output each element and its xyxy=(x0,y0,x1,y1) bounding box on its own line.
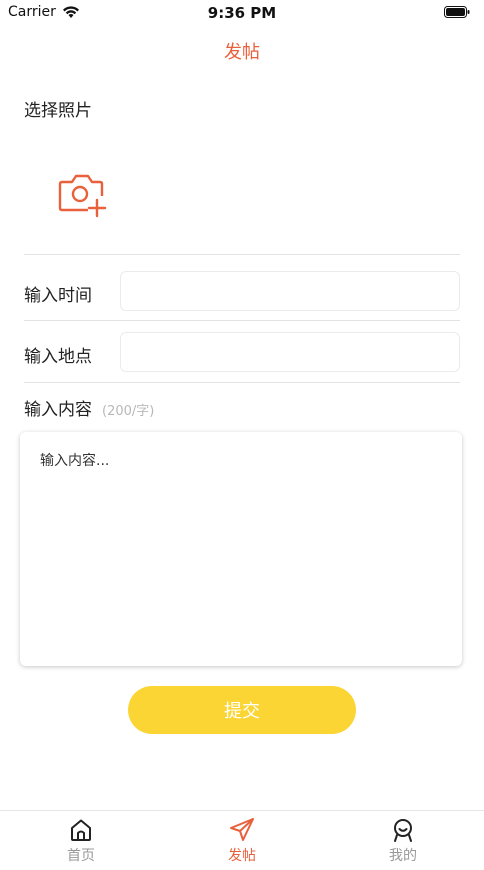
tab-bar: 首页 发帖 我的 xyxy=(0,810,484,870)
post-screen: Carrier 9:36 PM 发帖 选择照片 输入时间 输入地点 输入内容 (… xyxy=(0,0,484,870)
char-limit-hint: (200/字) xyxy=(102,404,155,419)
submit-label: 提交 xyxy=(224,701,260,722)
content-placeholder: 输入内容... xyxy=(40,453,110,469)
tab-home[interactable]: 首页 xyxy=(31,817,131,865)
content-label-row: 输入内容 (200/字) xyxy=(24,395,154,420)
tab-post-label: 发帖 xyxy=(228,848,256,864)
page-title: 发帖 xyxy=(224,42,260,63)
tab-post[interactable]: 发帖 xyxy=(192,817,292,865)
divider xyxy=(24,382,460,383)
divider xyxy=(24,320,460,321)
submit-button[interactable]: 提交 xyxy=(128,686,356,734)
content-label: 输入内容 xyxy=(24,400,92,420)
profile-icon xyxy=(394,819,412,842)
tab-mine-label: 我的 xyxy=(389,848,417,864)
content-textarea[interactable]: 输入内容... xyxy=(20,432,462,666)
add-photo-button[interactable] xyxy=(56,172,108,218)
send-icon xyxy=(230,818,254,841)
photo-section-label: 选择照片 xyxy=(24,101,92,121)
home-icon xyxy=(71,819,91,841)
time-input[interactable] xyxy=(120,271,460,311)
camera-add-icon xyxy=(58,174,107,218)
status-bar: Carrier 9:36 PM xyxy=(0,0,484,26)
battery-icon xyxy=(444,6,470,18)
divider xyxy=(24,254,460,255)
tab-home-label: 首页 xyxy=(67,848,95,864)
place-input[interactable] xyxy=(120,332,460,372)
time-label: 输入时间 xyxy=(24,286,92,306)
tab-mine[interactable]: 我的 xyxy=(353,817,453,865)
place-label: 输入地点 xyxy=(24,347,92,367)
status-time: 9:36 PM xyxy=(207,4,277,22)
